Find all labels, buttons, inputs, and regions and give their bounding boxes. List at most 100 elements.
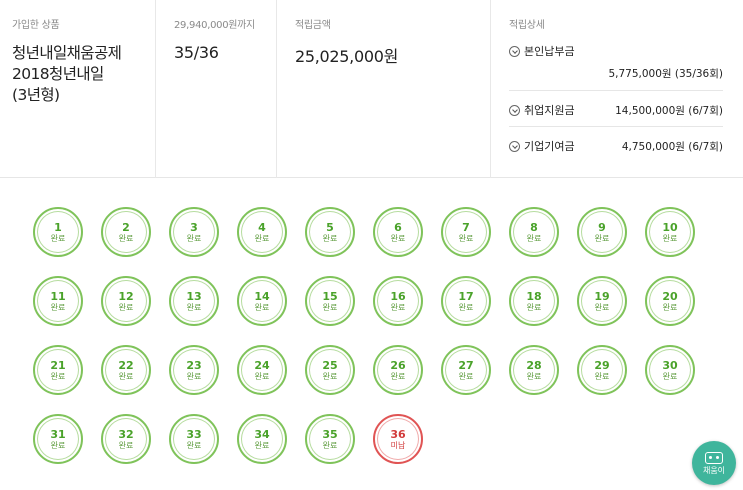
payment-status: 완료 [50,302,66,312]
payment-status: 완료 [662,371,678,381]
payment-status: 완료 [594,233,610,243]
payment-number: 8 [530,220,538,234]
detail-row-company-contribution[interactable]: 기업기여금 4,750,000원 (6/7회) [509,127,723,163]
chevron-down-icon [509,140,520,152]
detail-label: 본인납부금 [524,45,575,58]
payment-status: 완료 [186,440,202,450]
payment-number: 13 [186,289,202,303]
payment-circle: 6 완료 [373,207,423,257]
payment-circle: 2 완료 [101,207,151,257]
product-caption: 가입한 상품 [12,20,60,31]
payment-status: 완료 [50,233,66,243]
payment-circle: 18 완료 [509,276,559,326]
payment-number: 21 [50,358,66,372]
product-name-line3: (3년형) [12,86,60,104]
payment-circle: 10 완료 [645,207,695,257]
payment-number: 1 [54,220,62,234]
payment-circle: 13 완료 [169,276,219,326]
payment-circle: 20 완료 [645,276,695,326]
product-column: 가입한 상품 청년내일채움공제 2018청년내일 (3년형) [0,0,156,178]
payment-status: 완료 [458,233,474,243]
payment-circle: 15 완료 [305,276,355,326]
product-name: 청년내일채움공제 2018청년내일 (3년형) [12,43,155,106]
payment-circle: 29 완료 [577,345,627,395]
payment-count: 35/36 [174,43,219,62]
payment-number: 24 [254,358,270,372]
payment-circle: 34 완료 [237,414,287,464]
chatbot-label: 채움이 [702,465,726,475]
payment-circle: 35 완료 [305,414,355,464]
payment-circle: 28 완료 [509,345,559,395]
detail-value: 4,750,000원 (6/7회) [621,141,723,153]
payment-circle: 36 미납 [373,414,423,464]
payment-number: 14 [254,289,270,303]
payment-number: 4 [258,220,266,234]
payment-status: 완료 [322,233,338,243]
payment-status: 완료 [254,440,270,450]
payment-circle: 12 완료 [101,276,151,326]
payment-status: 완료 [50,371,66,381]
payment-status: 완료 [118,233,134,243]
payment-status: 완료 [322,440,338,450]
payment-number: 12 [118,289,134,303]
payment-number: 26 [390,358,406,372]
chatbot-button[interactable]: 채움이 [692,441,736,485]
detail-row-employment-support[interactable]: 취업지원금 14,500,000원 (6/7회) [509,91,723,127]
detail-label: 기업기여금 [524,140,575,153]
payment-status: 완료 [118,302,134,312]
payment-circle: 30 완료 [645,345,695,395]
payment-circle: 19 완료 [577,276,627,326]
payment-status: 완료 [50,440,66,450]
saved-amount: 25,025,000원 [295,47,399,66]
target-column: 29,940,000원까지 35/36 [156,0,277,178]
payment-status: 완료 [662,302,678,312]
payment-number: 25 [322,358,338,372]
payment-status: 완료 [186,371,202,381]
payment-circle: 27 완료 [441,345,491,395]
payment-circle: 25 완료 [305,345,355,395]
payment-number: 22 [118,358,134,372]
payment-status: 완료 [118,371,134,381]
savings-summary: 가입한 상품 청년내일채움공제 2018청년내일 (3년형) 29,940,00… [0,0,743,178]
payment-number: 19 [594,289,610,303]
payment-status: 완료 [390,371,406,381]
payment-circle: 7 완료 [441,207,491,257]
payment-status: 완료 [254,233,270,243]
payment-number: 2 [122,220,130,234]
payment-circle: 16 완료 [373,276,423,326]
robot-icon [705,451,723,464]
payment-status: 완료 [254,371,270,381]
payment-circle: 11 완료 [33,276,83,326]
chevron-down-icon [509,45,520,57]
payment-number: 28 [526,358,542,372]
payment-status: 완료 [118,440,134,450]
payment-circle: 21 완료 [33,345,83,395]
payment-number: 15 [322,289,338,303]
payment-number: 7 [462,220,470,234]
payment-number: 29 [594,358,610,372]
product-name-line1: 청년내일채움공제 [12,44,122,62]
detail-row-personal[interactable]: 본인납부금 5,775,000원 (35/36회) [509,43,723,91]
payment-number: 5 [326,220,334,234]
payment-circle: 4 완료 [237,207,287,257]
detail-value: 5,775,000원 (35/36회) [608,68,723,80]
payment-number: 9 [598,220,606,234]
payment-status: 완료 [186,233,202,243]
payment-circle: 22 완료 [101,345,151,395]
payment-status: 완료 [594,302,610,312]
payment-status: 완료 [662,233,678,243]
payment-number: 27 [458,358,474,372]
payment-status: 완료 [526,302,542,312]
payment-number: 20 [662,289,678,303]
payment-circle: 17 완료 [441,276,491,326]
payment-circle: 5 완료 [305,207,355,257]
payment-number: 33 [186,427,202,441]
payment-status: 완료 [594,371,610,381]
payment-circle: 1 완료 [33,207,83,257]
payment-status: 완료 [458,302,474,312]
payment-status: 미납 [390,440,406,450]
payment-number: 32 [118,427,134,441]
payment-circle: 24 완료 [237,345,287,395]
payment-circle: 9 완료 [577,207,627,257]
payment-number: 6 [394,220,402,234]
